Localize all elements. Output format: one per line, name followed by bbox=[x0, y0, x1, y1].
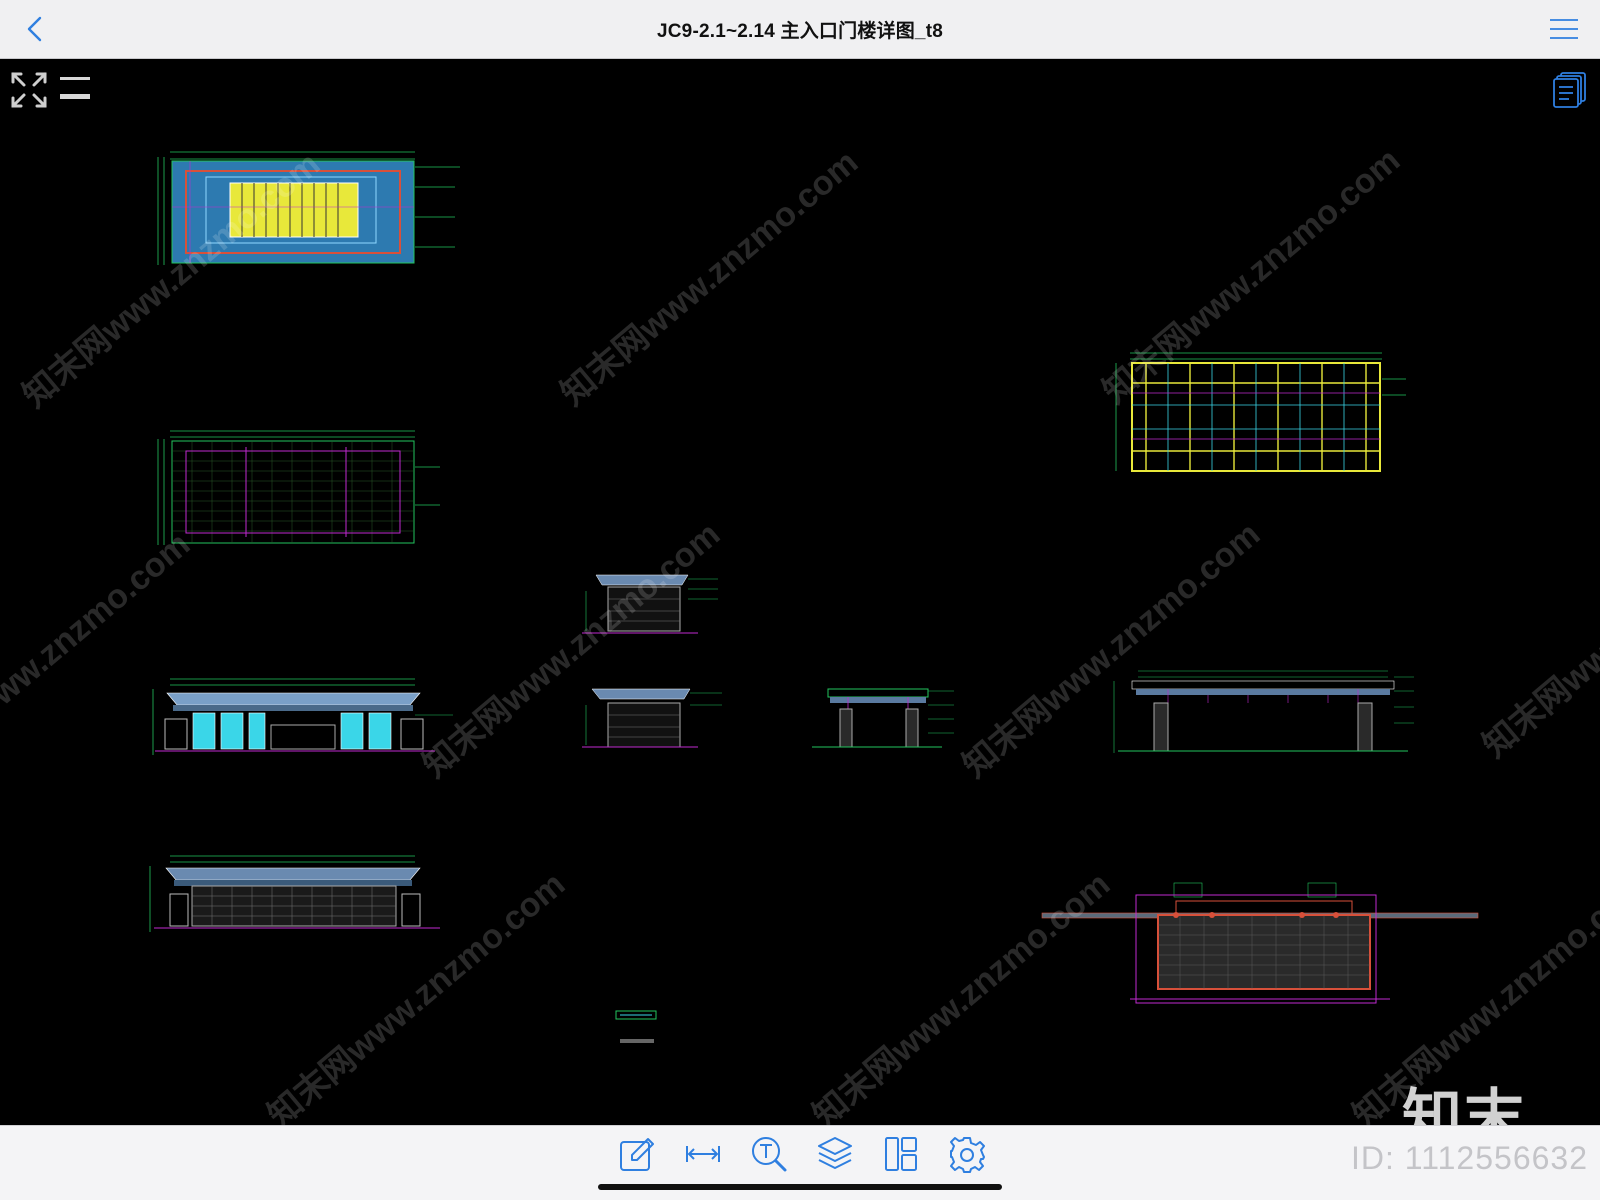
watermark-text: 知末网www.znzmo.com bbox=[553, 143, 866, 414]
home-indicator bbox=[598, 1184, 1002, 1190]
text-search-icon[interactable] bbox=[750, 1134, 788, 1174]
chevron-left-icon[interactable] bbox=[18, 12, 52, 46]
page-title: JC9-2.1~2.14 主入口门楼详图_t8 bbox=[656, 20, 943, 42]
long-section-drawing bbox=[1113, 670, 1414, 753]
top-navigation-bar: JC9-2.1~2.14 主入口门楼详图_t8 bbox=[0, 0, 1600, 59]
ruler-measure-icon[interactable] bbox=[684, 1134, 722, 1174]
watermark-text: 知末网www.znzmo.com bbox=[1475, 495, 1600, 766]
side-section-drawing-a bbox=[582, 574, 718, 634]
rear-elevation-drawing bbox=[149, 855, 440, 932]
front-elevation-drawing bbox=[152, 678, 453, 755]
brand-logo: 知末 bbox=[1402, 1083, 1526, 1125]
gear-icon[interactable] bbox=[948, 1134, 986, 1174]
structure-plan-drawing bbox=[1115, 352, 1406, 472]
hamburger-menu-icon[interactable] bbox=[1548, 15, 1580, 43]
site-plan-drawing bbox=[1041, 882, 1479, 1004]
layout-panels-icon[interactable] bbox=[882, 1134, 920, 1174]
sheets-stack-icon[interactable] bbox=[1552, 71, 1588, 109]
expand-arrows-icon[interactable] bbox=[10, 71, 48, 109]
cad-drawing-canvas[interactable]: 知末网www.znzmo.com 知末网www.znzmo.com 知末网www… bbox=[0, 59, 1600, 1125]
side-section-drawing-b bbox=[582, 688, 722, 748]
legend-drawing bbox=[615, 1010, 657, 1043]
image-id-label: ID: 1112556632 bbox=[1351, 1140, 1588, 1176]
bottom-toolbar: ID: 1112556632 bbox=[0, 1125, 1600, 1200]
cross-section-drawing bbox=[812, 688, 954, 748]
layers-stack-icon[interactable] bbox=[816, 1134, 854, 1174]
roof-plan-drawing bbox=[157, 151, 460, 265]
pencil-edit-icon[interactable] bbox=[618, 1134, 656, 1174]
grid-plan-drawing bbox=[157, 430, 440, 545]
layer-lines-icon[interactable] bbox=[58, 73, 92, 103]
